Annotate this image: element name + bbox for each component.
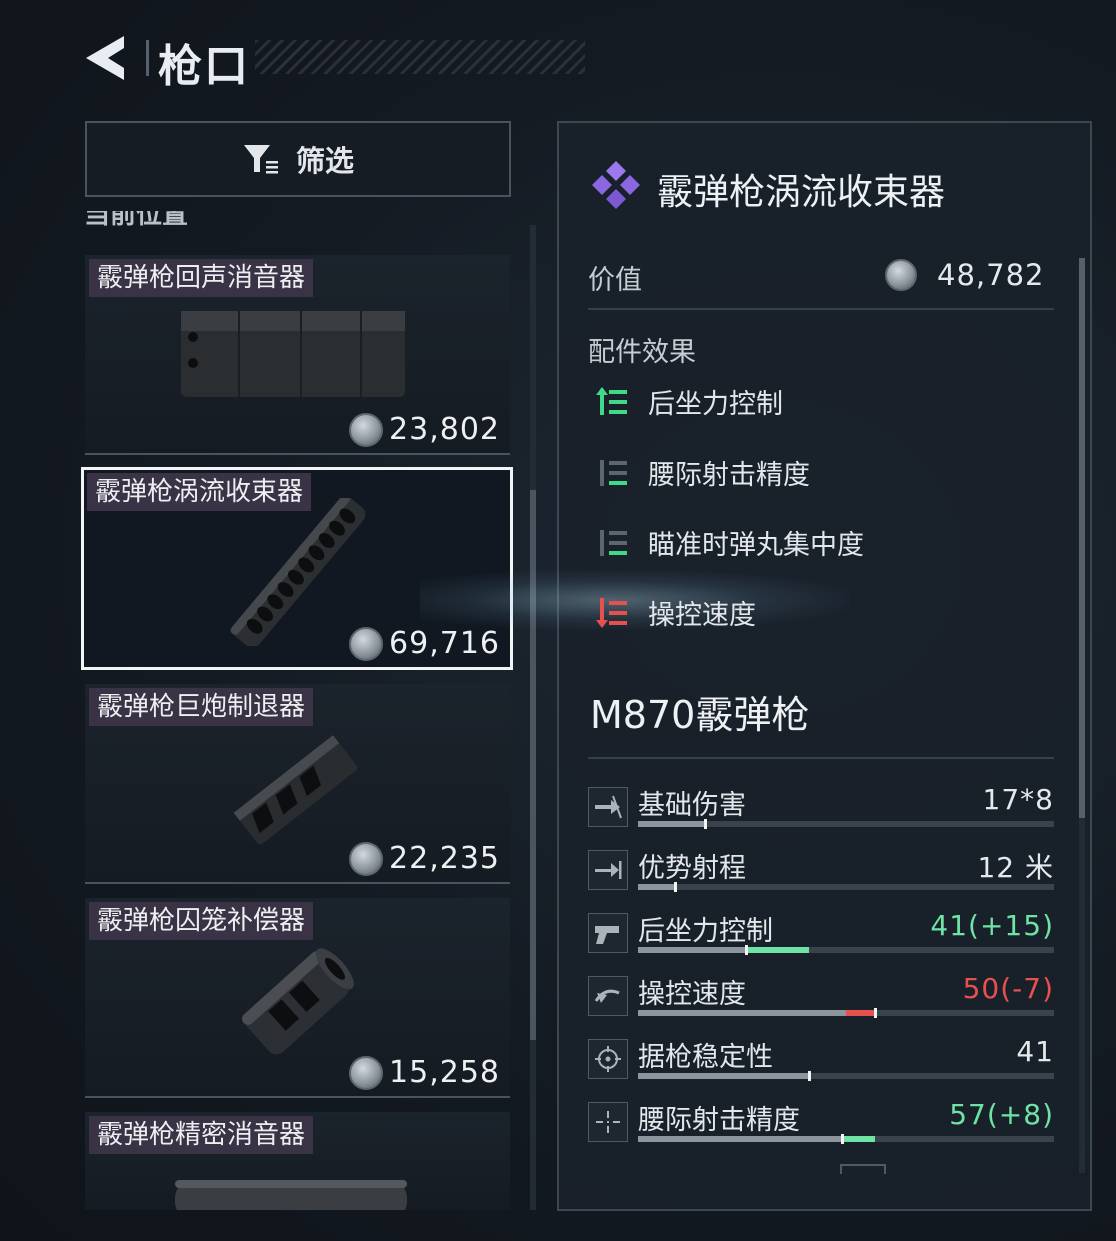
header-decoration [255, 40, 585, 74]
stat-bar [638, 945, 1054, 955]
stat-bar [638, 1134, 1054, 1144]
currency-coin-icon [349, 412, 384, 447]
range-icon [588, 850, 628, 890]
stat-marker [745, 945, 749, 955]
stat-marker [807, 1071, 811, 1081]
stat-bar [638, 1071, 1054, 1081]
handling-icon [588, 976, 628, 1016]
stat-neutral-icon [600, 459, 627, 486]
list-item[interactable]: 霰弹枪精密消音器 [85, 1112, 510, 1210]
stat-bar [638, 1008, 1054, 1018]
item-name: 霰弹枪精密消音器 [89, 1116, 314, 1154]
detail-title: 霰弹枪涡流收束器 [657, 172, 946, 213]
effect-row: 腰际射击精度 [596, 453, 810, 492]
page-title: 枪口 [158, 41, 250, 92]
rarity-diamond-icon [592, 161, 640, 209]
item-value: 48,782 [937, 258, 1045, 292]
stat-penalty-fill [846, 1010, 876, 1016]
currency-coin-icon [349, 841, 384, 876]
item-price: 23,802 [349, 412, 500, 447]
echo-silencer-image [181, 311, 405, 397]
hipfire-icon [588, 1102, 628, 1142]
currency-coin-icon [349, 1055, 384, 1090]
list-item[interactable]: 霰弹枪囚笼补偿器 15,258 [85, 898, 510, 1098]
stat-bar [638, 882, 1054, 892]
filter-icon [243, 145, 278, 174]
item-price: 69,716 [349, 626, 500, 661]
precision-silencer-image [175, 1180, 407, 1210]
header-separator [146, 40, 149, 76]
stat-row: 基础伤害 17*8 [588, 783, 1054, 841]
effect-row: 瞄准时弹丸集中度 [596, 523, 864, 562]
effect-row: 后坐力控制 [596, 382, 783, 421]
item-price: 15,258 [349, 1055, 500, 1090]
effect-row: 操控速度 [596, 593, 756, 632]
divider [588, 308, 1054, 310]
stat-row: 腰际射击精度 57(+8) [588, 1098, 1054, 1156]
list-item[interactable]: 霰弹枪巨炮制退器 22,235 [85, 684, 510, 884]
stat-row: 优势射程 12 米 [588, 846, 1054, 904]
weapon-name: M870霰弹枪 [590, 693, 810, 737]
currency-coin-icon [349, 626, 384, 661]
damage-icon [588, 787, 628, 827]
currency-coin-icon [885, 259, 917, 291]
item-name: 霰弹枪巨炮制退器 [89, 688, 314, 726]
effects-heading: 配件效果 [588, 337, 696, 368]
cage-compensator-image [242, 948, 354, 1055]
stat-bar [638, 819, 1054, 829]
list-item[interactable]: 霰弹枪回声消音器 23,802 [85, 255, 510, 455]
stat-up-icon [596, 386, 627, 415]
item-name: 霰弹枪回声消音器 [89, 259, 314, 297]
stat-marker [874, 1008, 878, 1018]
stat-marker [703, 819, 707, 829]
cannon-brake-image [233, 735, 358, 845]
stat-bonus-fill [841, 1136, 876, 1142]
stat-marker [674, 882, 678, 892]
stat-bonus-fill [746, 947, 809, 953]
back-button[interactable] [80, 30, 136, 86]
divider [588, 757, 1054, 759]
stat-row: 据枪稳定性 41 [588, 1035, 1054, 1093]
section-label: 当前位置 [84, 211, 189, 230]
item-name: 霰弹枪囚笼补偿器 [89, 902, 314, 940]
list-item-selected[interactable]: 霰弹枪涡流收束器 69,716 [81, 467, 513, 670]
stat-neutral-icon [600, 529, 627, 556]
stat-row: 后坐力控制 41(+15) [588, 909, 1054, 967]
back-arrow-icon [86, 36, 124, 80]
recoil-icon [588, 913, 628, 953]
panel-scrollbar-thumb[interactable] [1079, 258, 1085, 818]
stability-icon [588, 1039, 628, 1079]
stat-down-icon [596, 597, 627, 628]
value-label: 价值 [588, 265, 642, 296]
stat-marker [840, 1134, 844, 1144]
next-stat-partial [588, 1160, 1058, 1174]
filter-label: 筛选 [295, 144, 354, 178]
stat-row: 操控速度 50(-7) [588, 972, 1054, 1030]
vortex-choke-image [230, 498, 366, 646]
filter-button[interactable]: 筛选 [85, 121, 511, 197]
item-price: 22,235 [349, 841, 500, 876]
list-scrollbar-thumb[interactable] [530, 490, 536, 1040]
